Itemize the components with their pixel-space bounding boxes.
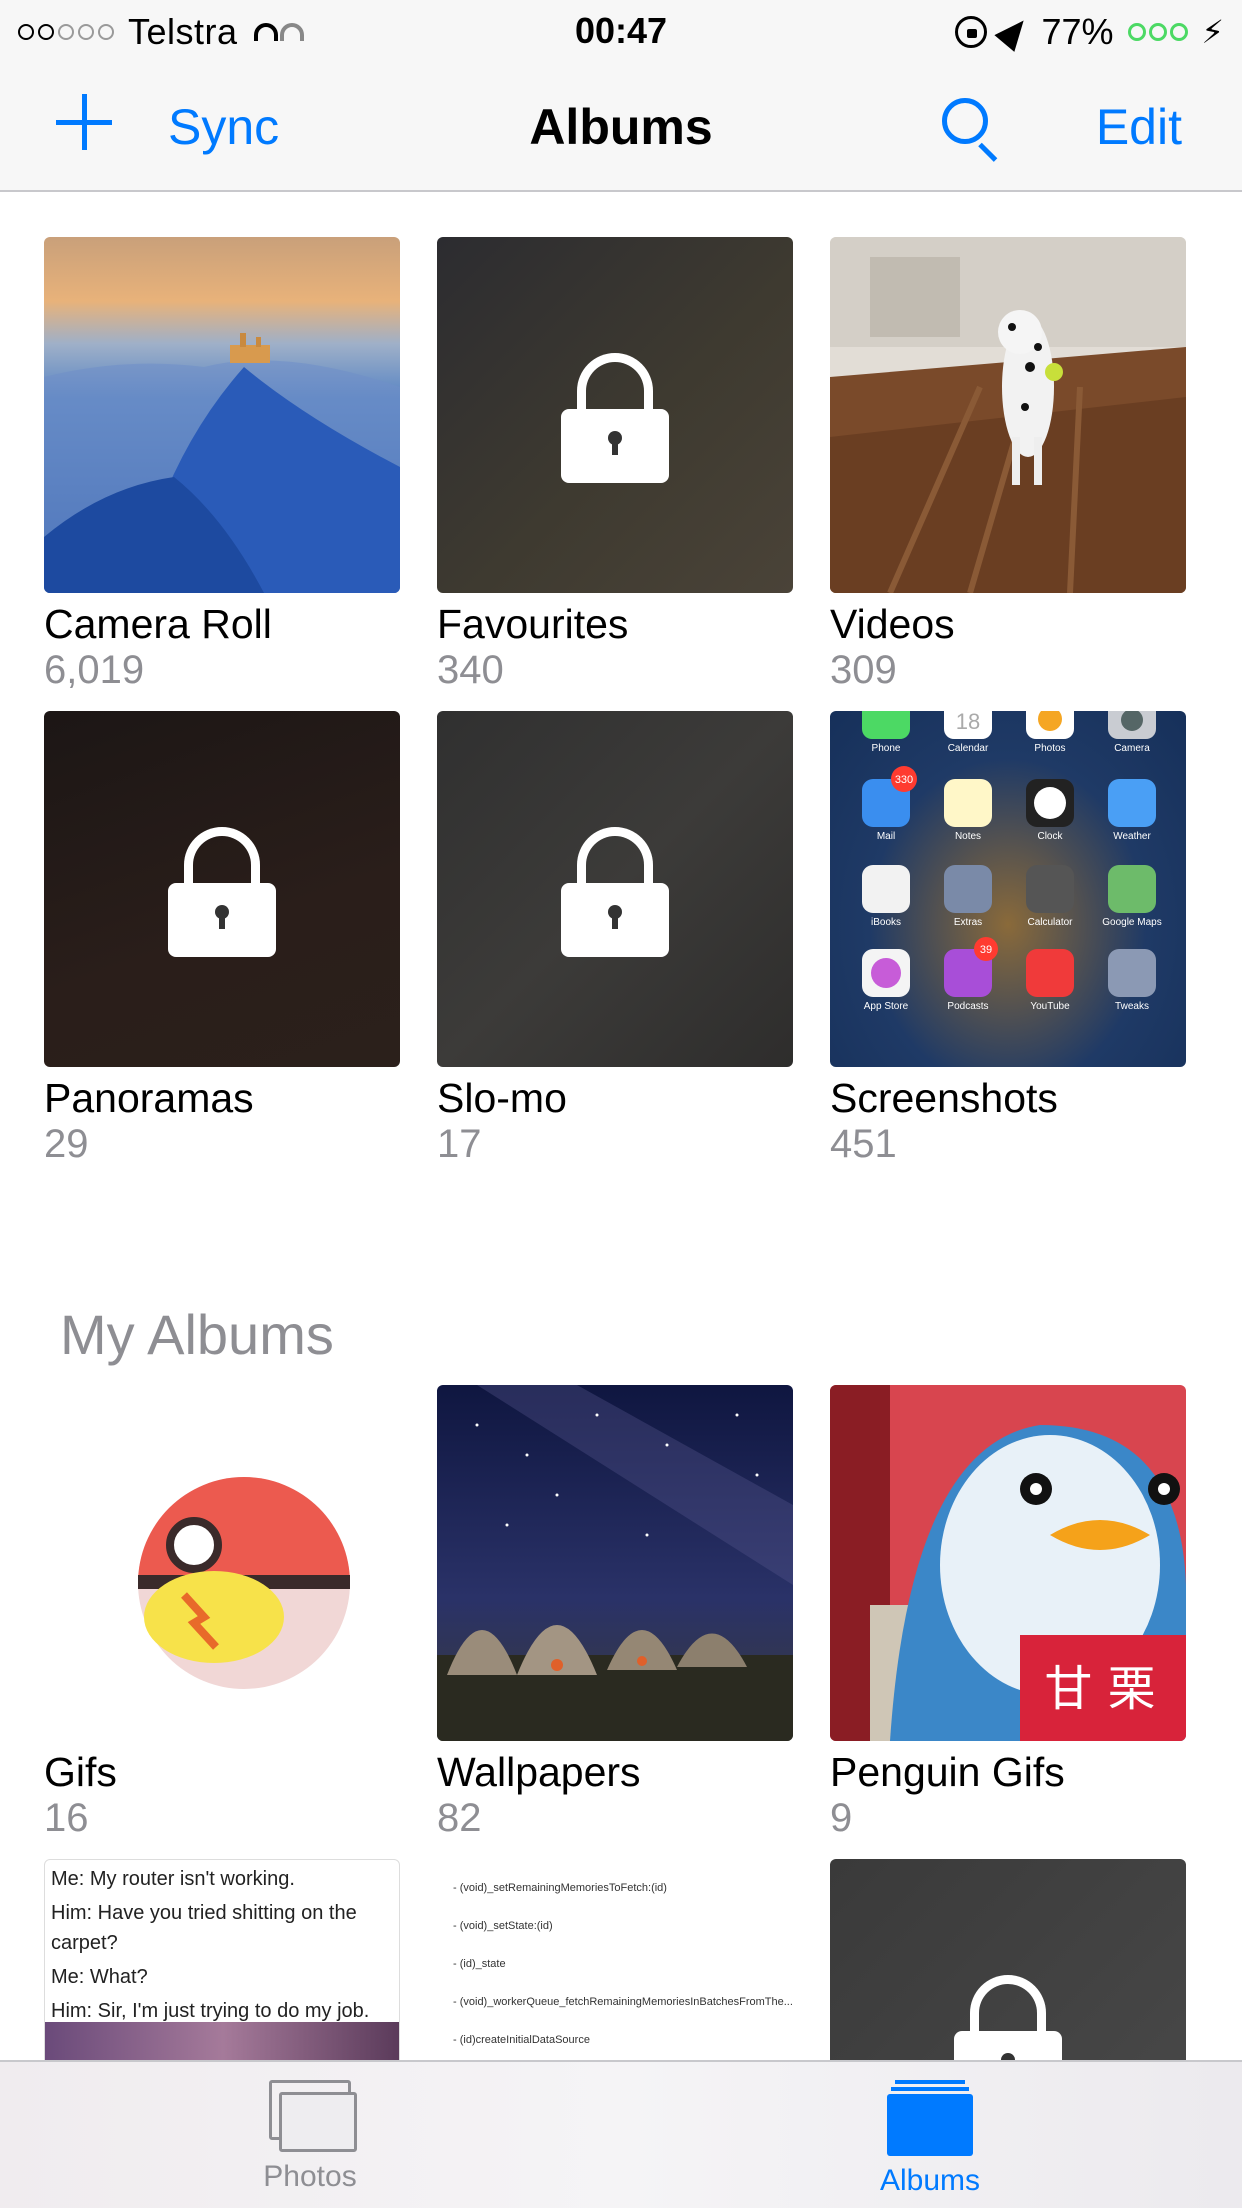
- albums-tab-icon: [887, 2080, 973, 2156]
- mail-badge: 330: [895, 774, 913, 786]
- album-name: Videos: [830, 601, 955, 647]
- album-gifs[interactable]: Gifs 16: [44, 1385, 400, 1841]
- code-line: - (void)_setRemainingMemoriesToFetch:(id…: [453, 1882, 667, 1894]
- album-count: 9: [830, 1796, 853, 1840]
- album-count: 16: [44, 1796, 89, 1840]
- album-camera-roll[interactable]: Camera Roll 6,019: [44, 237, 400, 693]
- lock-icon: [561, 353, 669, 483]
- edit-button[interactable]: Edit: [1096, 98, 1182, 156]
- lock-icon: [561, 827, 669, 957]
- album-thumbnail: 18 Phone Calendar Photos Camera 330 Mail…: [830, 711, 1186, 1067]
- svg-text:甘 栗: 甘 栗: [1044, 1661, 1155, 1717]
- tab-albums[interactable]: Albums: [780, 2080, 1080, 2198]
- status-right: 77% ⚡: [955, 10, 1224, 54]
- album-thumbnail: - (void)_setRemainingMemoriesToFetch:(id…: [437, 1859, 793, 2060]
- icon-label: Podcasts: [947, 1001, 988, 1012]
- album-thumbnail: [830, 1859, 1186, 2060]
- icon-label: Notes: [955, 831, 981, 842]
- album-wallpapers[interactable]: Wallpapers 82: [437, 1385, 793, 1841]
- icon-label: App Store: [864, 1001, 909, 1012]
- album-count: 451: [830, 1122, 897, 1166]
- album-name: Screenshots: [830, 1075, 1058, 1121]
- album-thumbnail: 甘 栗: [830, 1385, 1186, 1741]
- album-thumbnail: [44, 237, 400, 593]
- calendar-day-label: 18: [956, 711, 980, 734]
- album-slo-mo[interactable]: Slo-mo 17: [437, 711, 793, 1167]
- icon-label: Mail: [877, 831, 895, 842]
- rotation-lock-icon: [955, 16, 988, 48]
- battery-icon: [1127, 23, 1188, 41]
- album-thumbnail: [437, 711, 793, 1067]
- album-text-posts[interactable]: Me: My router isn't working. Him: Have y…: [44, 1859, 400, 2060]
- album-count: 309: [830, 648, 897, 692]
- tab-bar: Photos Albums: [0, 2060, 1242, 2208]
- page-title: Albums: [529, 99, 713, 155]
- lock-icon: [168, 827, 276, 957]
- album-thumbnail: [437, 1385, 793, 1741]
- photos-tab-icon: [265, 2080, 357, 2152]
- code-line: - (id)createInitialDataSource: [453, 2034, 590, 2046]
- tab-photos[interactable]: Photos: [160, 2080, 460, 2194]
- album-name: Penguin Gifs: [830, 1749, 1065, 1795]
- album-name: Panoramas: [44, 1075, 254, 1121]
- search-icon[interactable]: [942, 98, 1002, 162]
- icon-label: Calendar: [948, 743, 989, 754]
- album-favourites[interactable]: Favourites 340: [437, 237, 793, 693]
- album-thumbnail: [44, 1385, 400, 1741]
- album-count: 29: [44, 1122, 89, 1166]
- album-thumbnail: [437, 237, 793, 593]
- icon-label: Tweaks: [1115, 1001, 1149, 1012]
- album-name: Wallpapers: [437, 1749, 641, 1795]
- lock-icon: [954, 1975, 1062, 2060]
- album-name: Favourites: [437, 601, 629, 647]
- section-title-my-albums: My Albums: [60, 1303, 334, 1366]
- status-bar: Telstra 00:47 77% ⚡: [0, 0, 1242, 64]
- post-line: Me: My router isn't working.: [51, 1868, 295, 1890]
- code-line: - (void)_workerQueue_fetchRemainingMemor…: [453, 1996, 793, 2008]
- icon-label: Calculator: [1027, 917, 1073, 928]
- code-line: - (id)_state: [453, 1958, 506, 1970]
- icon-label: Camera: [1114, 743, 1150, 754]
- charging-bolt-icon: ⚡: [1201, 14, 1224, 50]
- tab-label: Photos: [263, 2160, 357, 2193]
- album-thumbnail: [44, 711, 400, 1067]
- album-name: Gifs: [44, 1749, 117, 1795]
- icon-label: Google Maps: [1102, 917, 1161, 928]
- album-name: Slo-mo: [437, 1075, 567, 1121]
- album-videos[interactable]: Videos 309: [830, 237, 1186, 693]
- album-penguin-gifs[interactable]: 甘 栗 Penguin Gifs 9: [830, 1385, 1186, 1841]
- icon-label: Weather: [1113, 831, 1151, 842]
- code-line: - (void)_setState:(id): [453, 1920, 553, 1932]
- album-panoramas[interactable]: Panoramas 29: [44, 711, 400, 1167]
- album-count: 340: [437, 648, 504, 692]
- post-line: Him: Have you tried shitting on the carp…: [51, 1902, 357, 1954]
- album-count: 82: [437, 1796, 482, 1840]
- tab-label: Albums: [879, 2164, 981, 2197]
- post-line: Me: What?: [51, 1966, 148, 1988]
- icon-label: iBooks: [871, 917, 901, 928]
- icon-label: YouTube: [1030, 1001, 1070, 1012]
- icon-label: Extras: [954, 917, 982, 928]
- icon-label: Phone: [872, 743, 901, 754]
- icon-label: Clock: [1037, 831, 1063, 842]
- albums-content[interactable]: Camera Roll 6,019 Favourites 340 Videos …: [0, 194, 1242, 2060]
- album-name: Camera Roll: [44, 601, 272, 647]
- album-code-screenshots[interactable]: - (void)_setRemainingMemoriesToFetch:(id…: [437, 1859, 793, 2060]
- album-thumbnail: Me: My router isn't working. Him: Have y…: [44, 1859, 400, 2060]
- album-thumbnail: [830, 237, 1186, 593]
- album-locked[interactable]: [830, 1859, 1186, 2060]
- navigation-bar: Sync Albums Edit: [0, 64, 1242, 192]
- icon-label: Photos: [1034, 743, 1065, 754]
- album-count: 17: [437, 1122, 482, 1166]
- album-screenshots[interactable]: 18 Phone Calendar Photos Camera 330 Mail…: [830, 711, 1186, 1167]
- location-arrow-icon: [994, 12, 1035, 52]
- album-count: 6,019: [44, 648, 145, 692]
- battery-percentage: 77%: [1041, 11, 1114, 52]
- podcasts-badge: 39: [980, 944, 992, 956]
